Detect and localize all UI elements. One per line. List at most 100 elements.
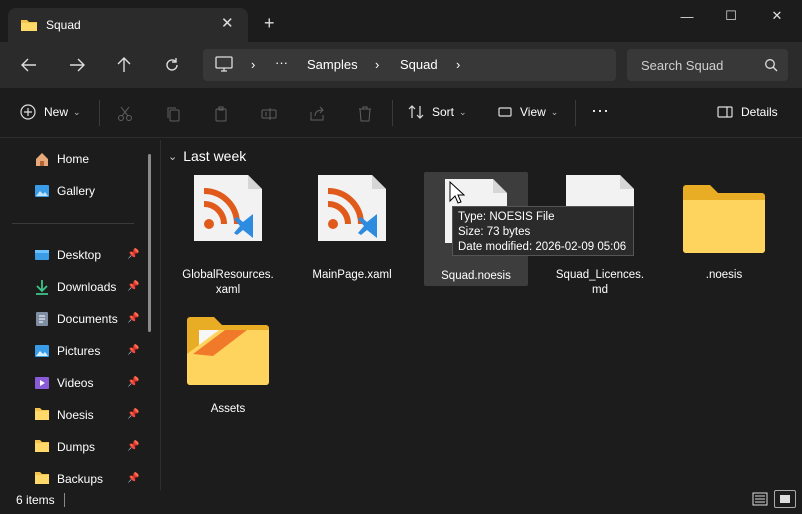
folder-name: .noesis (705, 269, 743, 281)
new-button[interactable]: New ⌄ (20, 104, 81, 120)
sidebar-item-videos[interactable]: Videos (34, 373, 93, 393)
sidebar-item-label: Videos (57, 376, 94, 390)
maximize-button[interactable]: ☐ (708, 0, 754, 32)
sidebar-item-label: Pictures (57, 344, 101, 358)
arrow-right-icon (70, 58, 85, 72)
pin-icon[interactable]: 📌 (127, 249, 139, 260)
sidebar-item-home[interactable]: Home (34, 149, 89, 169)
sidebar-item-backups[interactable]: Backups (34, 469, 103, 489)
chevron-down-icon: ⌄ (550, 106, 559, 117)
title-bar: Squad ✕ + — ☐ ✕ (0, 0, 802, 42)
address-bar[interactable]: › ··· Samples › Squad › (203, 49, 616, 81)
pin-icon[interactable]: 📌 (127, 409, 139, 420)
file-item[interactable]: MainPage.xaml (300, 172, 404, 302)
file-name-line2: md (592, 284, 608, 296)
pin-icon[interactable]: 📌 (127, 377, 139, 388)
videos-icon (34, 375, 50, 391)
mouse-pointer-icon (449, 180, 466, 208)
search-input[interactable]: Search Squad (641, 58, 723, 73)
large-icons-view-icon[interactable] (774, 490, 796, 508)
sidebar-item-noesis[interactable]: Noesis (34, 405, 94, 425)
arrow-up-icon (117, 57, 131, 72)
details-button[interactable]: Details (717, 104, 778, 120)
close-tab-icon[interactable]: ✕ (221, 16, 234, 32)
forward-button[interactable] (63, 52, 91, 78)
pin-icon[interactable]: 📌 (127, 281, 139, 292)
file-name-line2: xaml (215, 284, 241, 296)
chevron-down-icon: ⌄ (168, 150, 178, 163)
breadcrumb-ellipsis[interactable]: ··· (275, 55, 288, 70)
sidebar-item-documents[interactable]: Documents (34, 309, 118, 329)
tab-title: Squad (46, 18, 81, 32)
folder-icon (34, 407, 50, 423)
desktop-icon (34, 247, 50, 263)
view-button[interactable]: View ⌄ (497, 104, 558, 120)
sidebar-item-pictures[interactable]: Pictures (34, 341, 100, 361)
status-bar: 6 items (0, 490, 802, 514)
pin-icon[interactable]: 📌 (127, 441, 139, 452)
refresh-button[interactable] (158, 52, 186, 78)
file-name: MainPage.xaml (312, 269, 392, 281)
breadcrumb-samples[interactable]: Samples (307, 57, 358, 72)
tooltip-date: Date modified: 2026-02-09 05:06 (458, 241, 627, 253)
folder-icon (681, 184, 767, 257)
this-pc-icon[interactable] (215, 56, 233, 75)
refresh-icon (166, 58, 178, 71)
search-box[interactable]: Search Squad (627, 49, 788, 81)
sidebar-item-gallery[interactable]: Gallery (34, 181, 95, 201)
group-header-last-week[interactable]: ⌄ Last week (168, 148, 246, 164)
rename-icon[interactable] (259, 104, 279, 124)
file-name: GlobalResources. (182, 269, 274, 281)
details-view-icon[interactable] (752, 492, 768, 509)
navigation-bar: › ··· Samples › Squad › Search Squad (0, 42, 802, 88)
sidebar-item-desktop[interactable]: Desktop (34, 245, 101, 265)
new-tab-button[interactable]: + (264, 14, 275, 32)
pin-icon[interactable]: 📌 (127, 345, 139, 356)
chevron-right-icon[interactable]: › (251, 57, 255, 72)
pin-icon[interactable]: 📌 (127, 473, 139, 484)
file-tooltip: Type: NOESIS File Size: 73 bytes Date mo… (452, 206, 634, 256)
sidebar-item-label: Noesis (57, 408, 94, 422)
paste-icon[interactable] (211, 104, 231, 124)
share-icon[interactable] (307, 104, 327, 124)
tab-squad[interactable]: Squad ✕ (8, 8, 248, 42)
cut-icon[interactable] (115, 104, 135, 124)
folder-item[interactable]: .noesis (672, 172, 776, 302)
file-name: Squad.noesis (441, 270, 511, 282)
folder-icon (34, 439, 50, 455)
folder-item[interactable]: Assets (176, 312, 280, 422)
view-label: View (520, 105, 546, 119)
download-icon (34, 279, 50, 295)
command-bar: New ⌄ Sort ⌄ View ⌄ ··· Details (0, 88, 802, 138)
sidebar-item-label: Downloads (57, 280, 117, 294)
copy-icon[interactable] (163, 104, 183, 124)
new-label: New (44, 105, 69, 119)
folder-name: Assets (210, 403, 246, 415)
chevron-right-icon[interactable]: › (375, 57, 379, 72)
minimize-button[interactable]: — (664, 0, 710, 32)
chevron-right-icon[interactable]: › (456, 57, 460, 72)
sidebar-item-label: Backups (57, 472, 104, 486)
file-name: Squad_Licences. (555, 269, 645, 281)
tooltip-size: Size: 73 bytes (458, 226, 531, 238)
sidebar-item-label: Gallery (57, 184, 96, 198)
sidebar-item-label: Documents (57, 312, 118, 326)
sort-button[interactable]: Sort ⌄ (408, 104, 467, 120)
sidebar-scrollbar[interactable] (148, 154, 151, 332)
folder-icon (185, 316, 271, 389)
up-button[interactable] (110, 52, 138, 78)
item-count: 6 items (16, 493, 55, 507)
close-window-button[interactable]: ✕ (754, 0, 800, 32)
back-button[interactable] (15, 52, 43, 78)
pin-icon[interactable]: 📌 (127, 313, 139, 324)
search-icon (764, 58, 778, 75)
delete-icon[interactable] (355, 104, 375, 124)
breadcrumb-squad[interactable]: Squad (400, 57, 438, 72)
sort-icon (408, 105, 424, 119)
sidebar-item-dumps[interactable]: Dumps (34, 437, 95, 457)
sidebar-item-downloads[interactable]: Downloads (34, 277, 116, 297)
file-item[interactable]: GlobalResources. xaml (176, 172, 280, 302)
home-icon (34, 151, 50, 167)
sidebar-item-label: Desktop (57, 248, 102, 262)
more-options-button[interactable]: ··· (591, 100, 609, 121)
